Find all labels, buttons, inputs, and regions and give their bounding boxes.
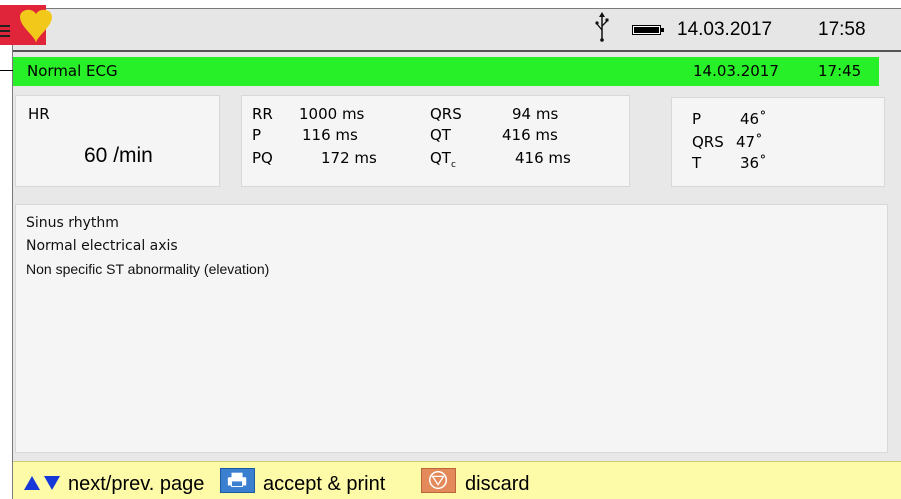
- p-axis-value: 46˚: [740, 110, 767, 128]
- record-date: 14.03.2017: [693, 62, 779, 80]
- qrs-label: QRS: [430, 105, 462, 123]
- pq-label: PQ: [252, 149, 273, 167]
- print-label: accept & print: [263, 473, 386, 495]
- hr-label: HR: [28, 105, 50, 123]
- heart-rate-panel: HR 60 /min: [15, 95, 220, 187]
- p-label: P: [252, 126, 262, 144]
- rr-label: RR: [252, 105, 273, 123]
- footer-bar: next/prev. page accept & print discard: [13, 461, 901, 499]
- rr-value: 1000 ms: [299, 105, 365, 123]
- next-prev-arrows-icon[interactable]: [24, 474, 62, 492]
- stop-icon: [429, 471, 448, 490]
- p-value: 116 ms: [302, 126, 358, 144]
- t-axis-value: 36˚: [740, 154, 767, 172]
- discard-button[interactable]: [421, 468, 456, 493]
- intervals-panel: RR 1000 ms P 116 ms PQ 172 ms QRS 94 ms …: [241, 95, 630, 187]
- usb-icon: [595, 12, 609, 42]
- record-time: 17:45: [818, 62, 862, 80]
- heart-logo-icon[interactable]: [0, 5, 70, 49]
- t-axis-label: T: [692, 154, 702, 172]
- printer-icon: [227, 472, 247, 487]
- interpretation-line: Sinus rhythm: [26, 215, 119, 231]
- p-axis-label: P: [692, 110, 702, 128]
- record-header-bar: Normal ECG 14.03.2017 17:45: [13, 57, 879, 86]
- qrs-axis-label: QRS: [692, 133, 724, 151]
- interpretation-line: Non specific ST abnormality (elevation): [26, 261, 270, 277]
- qtc-label: QTc: [430, 149, 456, 170]
- qtc-value: 416 ms: [515, 149, 571, 167]
- record-title: Normal ECG: [27, 62, 118, 80]
- interpretation-line: Normal electrical axis: [26, 238, 178, 254]
- hr-value: 60 /min: [84, 144, 153, 167]
- qrs-value: 94 ms: [512, 105, 559, 123]
- nav-label: next/prev. page: [68, 473, 205, 495]
- electrical-axis-panel: P 46˚ QRS 47˚ T 36˚: [671, 97, 885, 187]
- pq-value: 172 ms: [321, 149, 377, 167]
- menu-icon: [0, 25, 10, 37]
- status-time: 17:58: [818, 19, 866, 40]
- discard-label: discard: [465, 473, 530, 495]
- battery-icon: [632, 25, 664, 35]
- qrs-axis-value: 47˚: [736, 133, 763, 151]
- qt-value: 416 ms: [502, 126, 558, 144]
- status-date: 14.03.2017: [677, 19, 773, 40]
- interpretation-panel: Sinus rhythm Normal electrical axis Non …: [15, 204, 888, 453]
- print-button[interactable]: [220, 468, 255, 493]
- qt-label: QT: [430, 126, 451, 144]
